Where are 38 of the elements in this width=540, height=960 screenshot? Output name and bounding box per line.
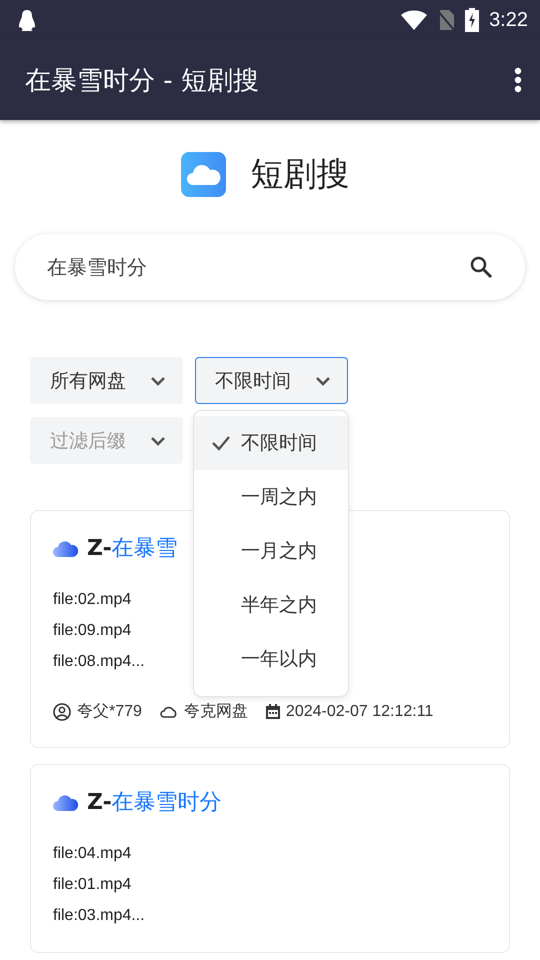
battery-icon [465,8,480,32]
more-menu-icon[interactable] [514,67,522,93]
no-sim-icon [437,9,456,31]
chevron-down-icon [150,436,166,446]
search-icon[interactable] [469,255,493,279]
menu-item[interactable]: 一月之内 [194,524,348,578]
cloud-icon [53,793,78,811]
search-field[interactable]: 在暴雪时分 [45,254,469,280]
file-name: file:09.mp4 [53,621,132,641]
calendar-icon [266,704,280,719]
result-title[interactable]: Z-在暴雪 [87,533,178,563]
check-icon [211,435,231,451]
app-logo-title: 短剧搜 [250,152,350,194]
penguin-icon [18,9,36,31]
filter-dropdown[interactable]: 不限时间 [195,357,348,404]
menu-item[interactable]: 半年之内 [194,578,348,632]
user-icon [53,702,71,720]
chevron-down-icon [150,376,166,386]
file-name: file:01.mp4 [53,875,132,895]
disk-name: 夸克网盘 [184,702,248,722]
result-title[interactable]: Z-在暴雪时分 [87,787,222,817]
cloud-icon [53,539,78,557]
uploader-name: 夸父*779 [77,702,142,722]
file-name: file:02.mp4 [53,590,132,610]
menu-item[interactable]: 一年以内 [194,632,348,686]
cloud-logo-icon [180,152,226,196]
file-name: file:04.mp4 [53,844,132,864]
upload-date: 2024-02-07 12:12:11 [286,702,434,720]
clock-time: 3:22 [489,8,528,32]
result-card[interactable]: Z-在暴雪时分 file:04.mp4 file:01.mp4 file:03.mp4... [30,764,510,953]
file-name: file:03.mp4... [53,906,145,926]
menu-item[interactable]: 不限时间 [194,416,348,470]
app-title: 在暴雪时分 - 短剧搜 [25,64,260,98]
filter-dropdown[interactable]: 所有网盘 [30,357,183,404]
chevron-down-icon [315,376,331,386]
file-name: file:08.mp4... [53,652,145,672]
cloud-icon [160,706,178,718]
wifi-icon [401,10,428,30]
